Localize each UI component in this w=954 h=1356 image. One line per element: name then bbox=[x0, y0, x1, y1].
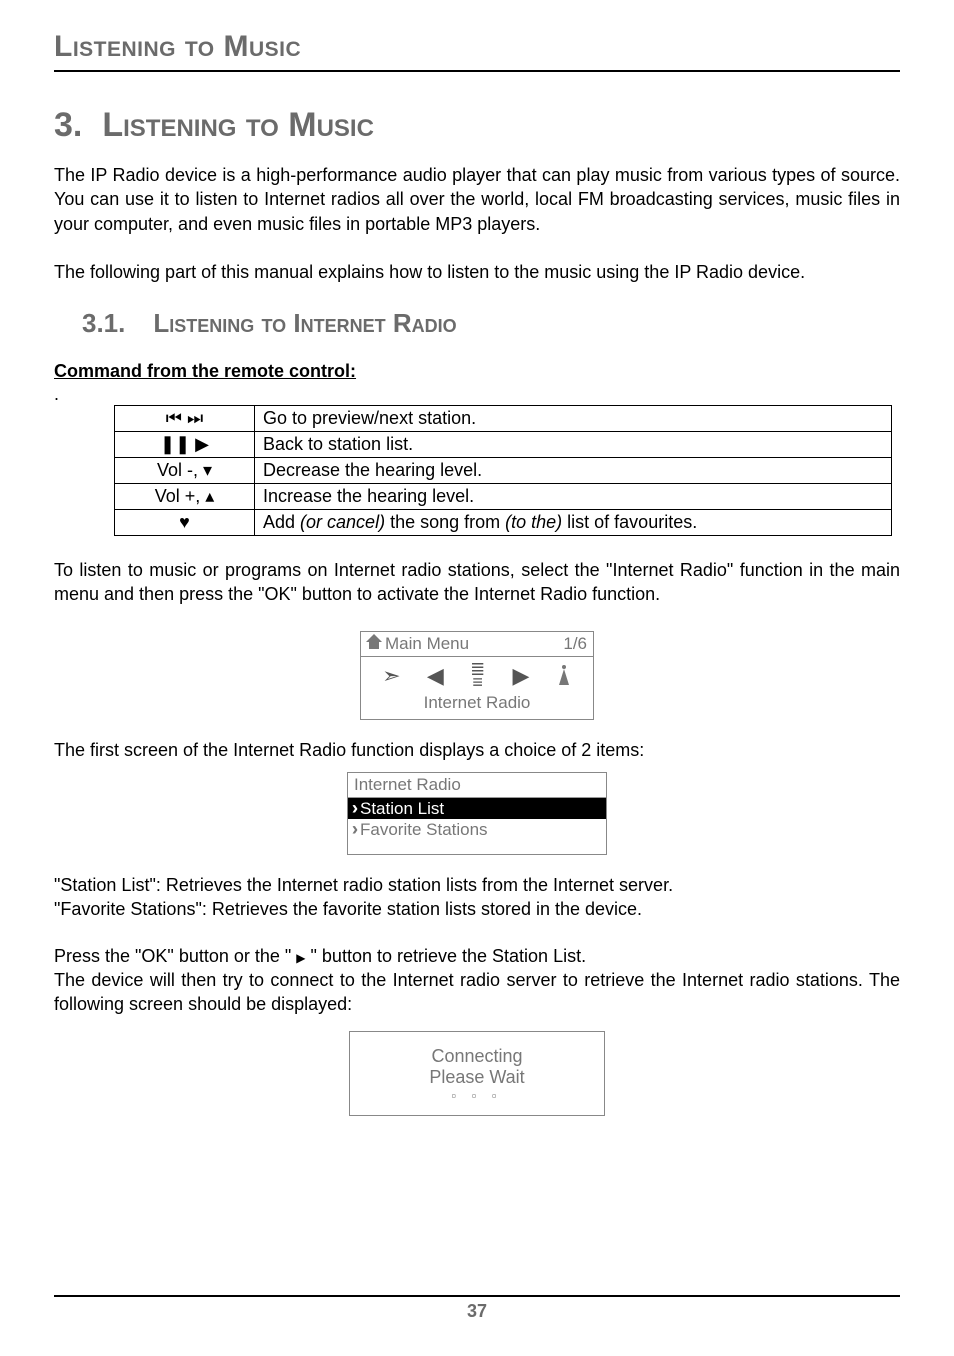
running-header: Listening to Music bbox=[54, 30, 900, 72]
desc-cell: Decrease the hearing level. bbox=[255, 458, 892, 484]
command-table-heading: Command from the remote control: bbox=[54, 361, 900, 382]
list-icon: ≣≡ bbox=[470, 663, 486, 688]
screen2-item-selected: ›› Station List bbox=[348, 798, 606, 819]
table-row: ⏮ ⏭ Go to preview/next station. bbox=[115, 406, 892, 432]
chapter-title: Listening to Music bbox=[102, 106, 374, 145]
chapter-number: 3. bbox=[54, 106, 82, 145]
loading-dots-icon: ▫ ▫ ▫ bbox=[350, 1088, 604, 1103]
section-title: Listening to Internet Radio bbox=[153, 308, 456, 339]
table-row: Vol +, ▴ Increase the hearing level. bbox=[115, 484, 892, 510]
paragraph-after-table: To listen to music or programs on Intern… bbox=[54, 558, 900, 607]
intro-paragraph-2: The following part of this manual explai… bbox=[54, 260, 900, 284]
desc-cell: Go to preview/next station. bbox=[255, 406, 892, 432]
screen2-header: Internet Radio bbox=[348, 773, 606, 798]
key-cell: ❚❚ ▶ bbox=[115, 432, 255, 458]
favorite-stations-desc: "Favorite Stations": Retrieves the favor… bbox=[54, 897, 900, 921]
nav-off-icon: ➣ bbox=[382, 663, 400, 689]
page-number: 37 bbox=[467, 1301, 487, 1321]
section-number: 3.1. bbox=[82, 308, 125, 339]
device-screen-main-menu: Main Menu 1/6 ➣ ◀ ≣≡ ▶ Internet Radio bbox=[360, 631, 594, 720]
remote-command-table: ⏮ ⏭ Go to preview/next station. ❚❚ ▶ Bac… bbox=[114, 405, 892, 536]
home-icon bbox=[367, 636, 381, 650]
key-cell: Vol -, ▾ bbox=[115, 458, 255, 484]
antenna-icon bbox=[556, 665, 572, 687]
station-list-desc: "Station List": Retrieves the Internet r… bbox=[54, 873, 900, 897]
chapter-heading: 3. Listening to Music bbox=[54, 106, 900, 145]
nav-right-icon: ▶ bbox=[513, 663, 530, 689]
screen-title: Main Menu bbox=[367, 634, 469, 654]
device-screen-internet-radio: Internet Radio ›› Station List ›› Favori… bbox=[347, 772, 607, 855]
screen-page-indicator: 1/6 bbox=[563, 634, 587, 654]
connecting-line1: Connecting bbox=[350, 1046, 604, 1067]
paragraph-after-screen1: The first screen of the Internet Radio f… bbox=[54, 738, 900, 762]
intro-paragraph-1: The IP Radio device is a high-performanc… bbox=[54, 163, 900, 236]
key-cell: Vol +, ▴ bbox=[115, 484, 255, 510]
table-row: Vol -, ▾ Decrease the hearing level. bbox=[115, 458, 892, 484]
device-screen-connecting: Connecting Please Wait ▫ ▫ ▫ bbox=[349, 1031, 605, 1116]
desc-cell: Add (or cancel) the song from (to the) l… bbox=[255, 510, 892, 536]
chevrons-icon: ›› bbox=[352, 798, 358, 819]
connecting-line2: Please Wait bbox=[350, 1067, 604, 1088]
section-heading: 3.1. Listening to Internet Radio bbox=[82, 308, 900, 339]
screen2-item: ›› Favorite Stations bbox=[348, 819, 606, 840]
table-row: ♥ Add (or cancel) the song from (to the)… bbox=[115, 510, 892, 536]
chevrons-icon: ›› bbox=[352, 819, 358, 840]
desc-cell: Increase the hearing level. bbox=[255, 484, 892, 510]
nav-left-icon: ◀ bbox=[427, 663, 444, 689]
play-arrow-icon: ▶ bbox=[296, 951, 305, 965]
page-footer: 37 bbox=[54, 1295, 900, 1322]
key-cell: ⏮ ⏭ bbox=[115, 406, 255, 432]
screen-caption: Internet Radio bbox=[361, 691, 593, 719]
desc-cell: Back to station list. bbox=[255, 432, 892, 458]
connect-paragraph: The device will then try to connect to t… bbox=[54, 968, 900, 1017]
press-ok-line: Press the "OK" button or the " ▶ " butto… bbox=[54, 944, 900, 968]
stray-period: . bbox=[54, 384, 59, 404]
key-cell: ♥ bbox=[115, 510, 255, 536]
table-row: ❚❚ ▶ Back to station list. bbox=[115, 432, 892, 458]
